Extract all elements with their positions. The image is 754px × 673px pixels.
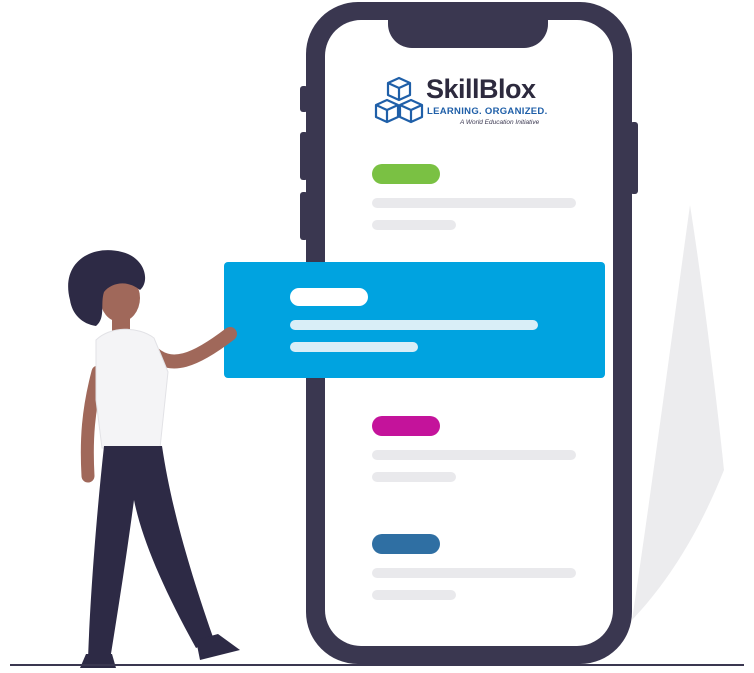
- ground-line: [10, 664, 744, 666]
- person-illustration: [68, 250, 240, 668]
